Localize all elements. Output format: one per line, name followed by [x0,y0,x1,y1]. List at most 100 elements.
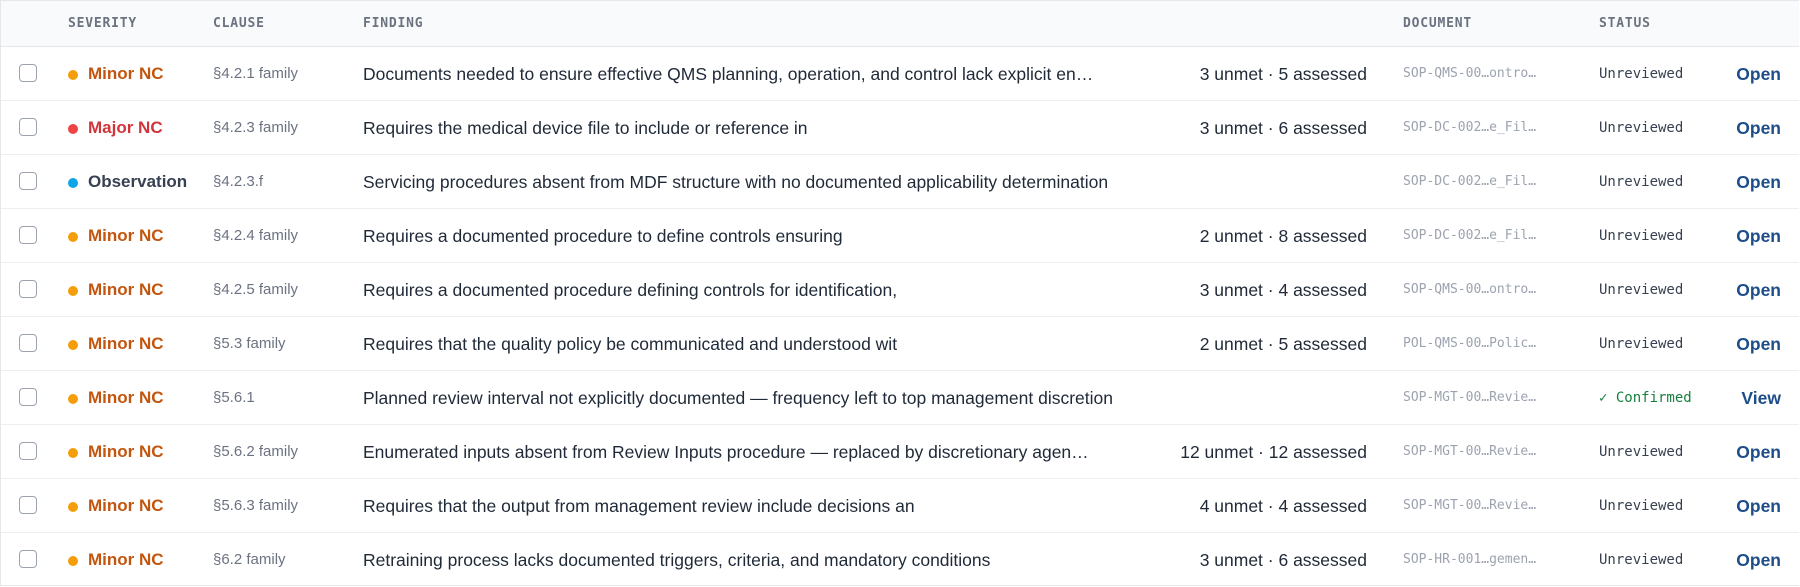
table-row[interactable]: Minor NC §5.6.2 family Enumerated inputs a… [1,425,1799,479]
severity-label: Minor NC [88,388,164,407]
row-checkbox[interactable] [19,442,37,460]
open-link[interactable]: Open [1736,101,1781,155]
clause-ref: §4.2.5 family [213,281,299,298]
clause-ref: §5.3 family [213,335,286,352]
clause-ref: §5.6.1 [213,389,255,406]
open-link[interactable]: Open [1736,317,1781,371]
severity-label: Minor NC [88,496,164,515]
assessment-counts: 3 unmet · 5 assessed [1199,64,1367,84]
finding-text: Retraining process lacks documented trig… [363,550,991,570]
assessment-counts: 2 unmet · 5 assessed [1199,334,1367,354]
assessment-counts: 4 unmet · 4 assessed [1199,496,1367,516]
document-ref[interactable]: SOP-DC-002…e_Fil… [1403,155,1536,209]
document-ref[interactable]: SOP-MGT-00…Revie… [1403,371,1536,425]
assessment-counts: 12 unmet · 12 assessed [1180,442,1367,462]
status-badge: Unreviewed [1599,120,1684,136]
status-badge: ✓ Confirmed [1599,390,1692,406]
row-checkbox[interactable] [19,388,37,406]
severity-label: Minor NC [88,64,164,83]
document-ref[interactable]: SOP-QMS-00…ontro… [1403,263,1536,317]
severity-label: Observation [88,172,188,191]
clause-ref: §4.2.4 family [213,227,299,244]
status-badge: Unreviewed [1599,282,1684,298]
finding-text: Planned review interval not explicitly d… [363,388,1113,408]
clause-ref: §4.2.1 family [213,65,299,82]
row-checkbox[interactable] [19,496,37,514]
table-header: SEVERITY CLAUSE FINDING DOCUMENT STATUS [1,1,1799,47]
finding-text: Requires the medical device file to incl… [363,118,808,138]
document-ref[interactable]: SOP-MGT-00…Revie… [1403,479,1536,533]
severity-label: Minor NC [88,226,164,245]
document-ref[interactable]: SOP-QMS-00…ontro… [1403,47,1536,101]
open-link[interactable]: Open [1736,533,1781,587]
open-link[interactable]: Open [1736,47,1781,101]
assessment-counts: 3 unmet · 6 assessed [1199,550,1367,570]
table-row[interactable]: Minor NC §4.2.1 family Documents needed to… [1,47,1799,101]
finding-text: Requires that the output from management… [363,496,915,516]
severity-label: Minor NC [88,280,164,299]
findings-table: SEVERITY CLAUSE FINDING DOCUMENT STATUS … [0,0,1799,586]
row-checkbox[interactable] [19,172,37,190]
document-ref[interactable]: POL-QMS-00…Polic… [1403,317,1536,371]
clause-ref: §6.2 family [213,551,286,568]
table-row[interactable]: Minor NC §4.2.4 family Requires a document… [1,209,1799,263]
clause-ref: §5.6.3 family [213,497,299,514]
status-badge: Unreviewed [1599,336,1684,352]
severity-dot-icon [68,232,78,242]
finding-text: Servicing procedures absent from MDF str… [363,172,1109,192]
open-link[interactable]: Open [1736,425,1781,479]
document-ref[interactable]: SOP-HR-001…gemen… [1403,533,1536,587]
finding-text: Enumerated inputs absent from Review Inp… [363,442,1089,462]
finding-text: Requires a documented procedure to defin… [363,226,843,246]
assessment-counts: 3 unmet · 6 assessed [1199,118,1367,138]
status-badge: Unreviewed [1599,174,1684,190]
row-checkbox[interactable] [19,64,37,82]
table-row[interactable]: Minor NC §5.3 family Requires that the qua… [1,317,1799,371]
severity-dot-icon [68,70,78,80]
open-link[interactable]: Open [1736,209,1781,263]
document-ref[interactable]: SOP-MGT-00…Revie… [1403,425,1536,479]
table-body: Minor NC §4.2.1 family Documents needed to… [1,47,1799,587]
finding-column-header[interactable]: FINDING [363,1,423,46]
severity-dot-icon [68,178,78,188]
finding-text: Documents needed to ensure effective QMS… [363,64,1094,84]
severity-dot-icon [68,124,78,134]
finding-text: Requires that the quality policy be comm… [363,334,898,354]
status-badge: Unreviewed [1599,66,1684,82]
clause-ref: §4.2.3.f [213,173,264,190]
severity-label: Minor NC [88,550,164,569]
open-link[interactable]: Open [1736,263,1781,317]
assessment-counts: 2 unmet · 8 assessed [1199,226,1367,246]
severity-label: Minor NC [88,442,164,461]
open-link[interactable]: Open [1736,155,1781,209]
document-column-header[interactable]: DOCUMENT [1403,1,1472,46]
severity-column-header[interactable]: SEVERITY [68,1,137,46]
document-ref[interactable]: SOP-DC-002…e_Fil… [1403,101,1536,155]
status-column-header[interactable]: STATUS [1599,1,1651,46]
row-checkbox[interactable] [19,118,37,136]
assessment-counts: 3 unmet · 4 assessed [1199,280,1367,300]
clause-ref: §5.6.2 family [213,443,299,460]
finding-text: Requires a documented procedure defining… [363,280,898,300]
table-row[interactable]: Minor NC §5.6.1 Planned review interval no… [1,371,1799,425]
document-ref[interactable]: SOP-DC-002…e_Fil… [1403,209,1536,263]
severity-label: Minor NC [88,334,164,353]
view-link[interactable]: View [1741,371,1781,425]
row-checkbox[interactable] [19,280,37,298]
row-checkbox[interactable] [19,334,37,352]
row-checkbox[interactable] [19,550,37,568]
table-row[interactable]: Minor NC §5.6.3 family Requires that the o… [1,479,1799,533]
table-row[interactable]: Minor NC §4.2.5 family Requires a document… [1,263,1799,317]
clause-column-header[interactable]: CLAUSE [213,1,265,46]
open-link[interactable]: Open [1736,479,1781,533]
status-badge: Unreviewed [1599,444,1684,460]
clause-ref: §4.2.3 family [213,119,299,136]
table-row[interactable]: Major NC §4.2.3 family Requires the medica… [1,101,1799,155]
status-badge: Unreviewed [1599,498,1684,514]
status-badge: Unreviewed [1599,552,1684,568]
row-checkbox[interactable] [19,226,37,244]
table-row[interactable]: Minor NC §6.2 family Retraining process la… [1,533,1799,587]
table-row[interactable]: Observation §4.2.3.f Servicing procedures … [1,155,1799,209]
severity-dot-icon [68,340,78,350]
status-badge: Unreviewed [1599,228,1684,244]
